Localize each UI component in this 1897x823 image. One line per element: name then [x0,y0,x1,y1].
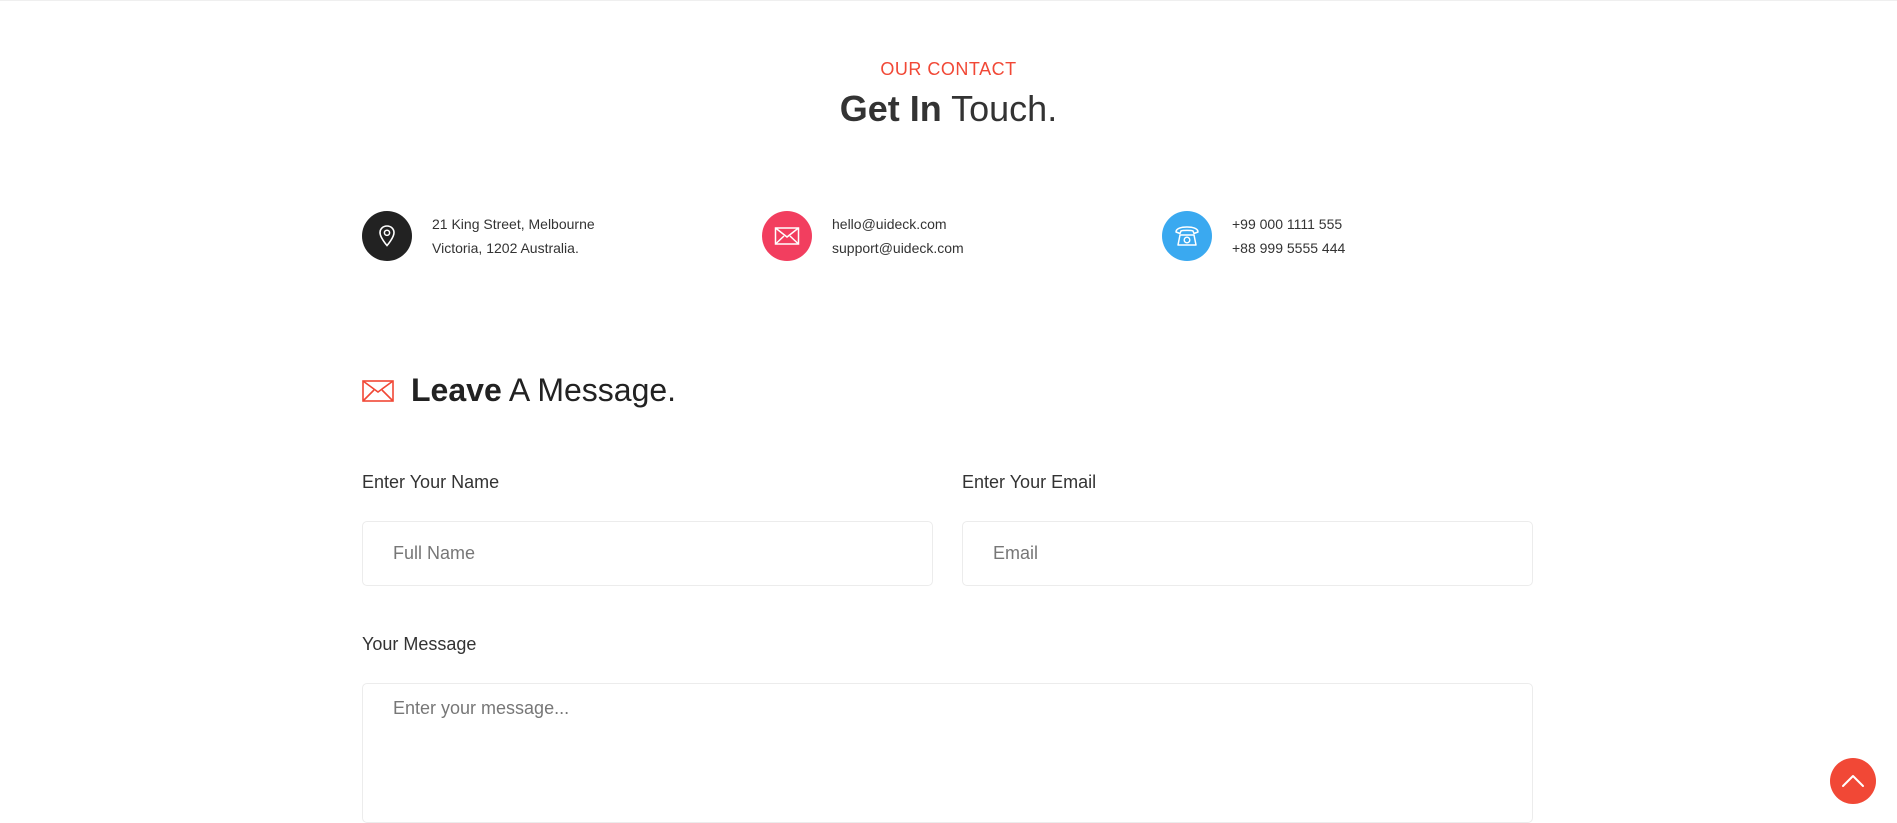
message-label: Your Message [362,634,477,654]
top-divider [0,0,1897,1]
contact-email-lines: hello@uideck.com support@uideck.com [832,212,964,260]
form-heading-rest: A Message. [508,372,677,408]
section-tag: OUR CONTACT [880,59,1017,79]
map-pin-icon [362,211,412,261]
chevron-up-icon [1842,775,1864,787]
contact-phone: +99 000 1111 555 +88 999 5555 444 [1162,210,1345,262]
name-label: Enter Your Name [362,472,500,492]
contact-phone-line-1[interactable]: +99 000 1111 555 [1232,212,1345,236]
section-title-bold: Get In [839,88,942,129]
form-heading-title: Leave A Message. [411,372,676,409]
name-input[interactable] [362,521,933,586]
email-label: Enter Your Email [962,472,1097,492]
message-textarea[interactable] [362,683,1533,823]
contact-email-line-1[interactable]: hello@uideck.com [832,212,964,236]
contact-phone-lines: +99 000 1111 555 +88 999 5555 444 [1232,212,1345,260]
contact-address-line-2: Victoria, 1202 Australia. [432,240,579,256]
form-heading: Leave A Message. [362,372,676,409]
phone-icon [1162,211,1212,261]
contact-email: hello@uideck.com support@uideck.com [762,210,964,262]
contact-email-line-2[interactable]: support@uideck.com [832,236,964,260]
contact-address-lines: 21 King Street, Melbourne Victoria, 1202… [432,212,595,260]
section-title-rest: Touch. [951,88,1058,129]
envelope-icon [762,211,812,261]
section-title: Get In Touch. [0,88,1897,130]
contact-phone-line-2[interactable]: +88 999 5555 444 [1232,236,1345,260]
contact-address: 21 King Street, Melbourne Victoria, 1202… [362,210,595,262]
envelope-icon [362,379,394,402]
form-heading-bold: Leave [411,372,502,408]
contact-address-line-1: 21 King Street, Melbourne [432,216,595,232]
scroll-top-button[interactable] [1830,758,1876,804]
email-input[interactable] [962,521,1533,586]
